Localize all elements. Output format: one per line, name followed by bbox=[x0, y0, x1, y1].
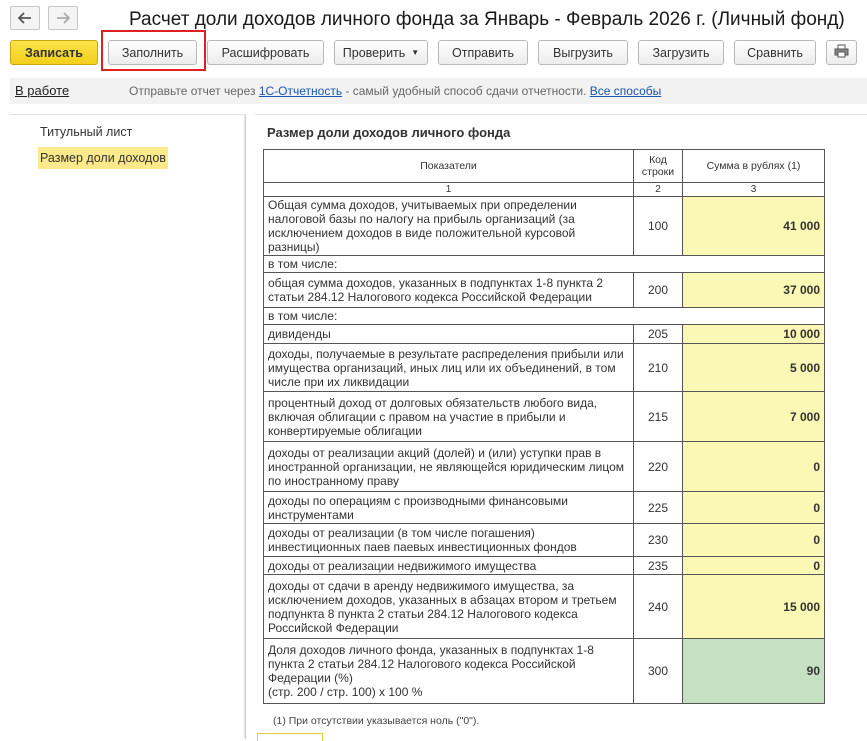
send-button[interactable]: Отправить bbox=[438, 40, 528, 65]
row-label-text: Доля доходов личного фонда, указанных в … bbox=[268, 643, 594, 685]
amount-cell[interactable]: 15 000 bbox=[682, 574, 825, 639]
header-amount: Сумма в рублях (1) bbox=[682, 149, 825, 183]
table-row: доходы от сдачи в аренду недвижимого иму… bbox=[263, 574, 825, 639]
row-code: 235 bbox=[633, 556, 683, 575]
forward-button[interactable] bbox=[48, 6, 78, 30]
row-label: в том числе: bbox=[263, 255, 825, 273]
amount-cell[interactable]: 5 000 bbox=[682, 343, 825, 392]
import-button[interactable]: Загрузить bbox=[638, 40, 724, 65]
arrow-left-icon bbox=[18, 12, 32, 24]
row-label: доходы, получаемые в результате распреде… bbox=[263, 343, 634, 392]
report-content: Размер доли доходов личного фонда Показа… bbox=[255, 114, 867, 741]
table-row: доходы от реализации (в том числе погаше… bbox=[263, 523, 825, 557]
sidebar-item-income-share[interactable]: Размер доли доходов bbox=[38, 147, 168, 169]
status-message: Отправьте отчет через 1С-Отчетность - са… bbox=[129, 84, 661, 98]
section-title: Размер доли доходов личного фонда bbox=[267, 125, 511, 140]
row-code: 230 bbox=[633, 523, 683, 557]
row-code: 215 bbox=[633, 391, 683, 442]
row-label: общая сумма доходов, указанных в подпунк… bbox=[263, 272, 634, 308]
amount-cell[interactable]: 0 bbox=[682, 441, 825, 492]
column-number: 3 bbox=[682, 182, 825, 197]
report-table: Показатели Код строки Сумма в рублях (1)… bbox=[263, 149, 825, 704]
row-label: доходы от реализации акций (долей) и (ил… bbox=[263, 441, 634, 492]
footnote: (1) При отсутствии указывается ноль ("0"… bbox=[273, 715, 480, 727]
status-link[interactable]: В работе bbox=[15, 83, 69, 98]
print-button[interactable] bbox=[826, 40, 857, 65]
printer-icon bbox=[834, 44, 849, 61]
back-button[interactable] bbox=[10, 6, 40, 30]
sections-panel: Титульный лист Размер доли доходов bbox=[10, 114, 246, 739]
computed-cell: 90 bbox=[682, 638, 825, 704]
table-numbering-row: 1 2 3 bbox=[263, 182, 825, 197]
table-row: доходы от реализации недвижимого имущест… bbox=[263, 556, 825, 575]
row-label: дивиденды bbox=[263, 324, 634, 344]
highlight-frame bbox=[101, 30, 206, 71]
amount-cell[interactable]: 37 000 bbox=[682, 272, 825, 308]
table-row: общая сумма доходов, указанных в подпунк… bbox=[263, 272, 825, 308]
amount-cell[interactable]: 10 000 bbox=[682, 324, 825, 344]
amount-cell[interactable]: 0 bbox=[682, 491, 825, 524]
row-label: доходы от реализации недвижимого имущест… bbox=[263, 556, 634, 575]
row-code: 200 bbox=[633, 272, 683, 308]
check-button-label: Проверить bbox=[342, 45, 406, 60]
table-row: процентный доход от долговых обязательст… bbox=[263, 391, 825, 442]
all-methods-link[interactable]: Все способы bbox=[590, 84, 662, 98]
row-label: доходы по операциям с производными финан… bbox=[263, 491, 634, 524]
table-row: дивиденды 205 10 000 bbox=[263, 324, 825, 344]
row-code: 210 bbox=[633, 343, 683, 392]
table-row: доходы, получаемые в результате распреде… bbox=[263, 343, 825, 392]
column-number: 2 bbox=[633, 182, 683, 197]
amount-cell[interactable]: 41 000 bbox=[682, 196, 825, 256]
check-button[interactable]: Проверить ▼ bbox=[334, 40, 428, 65]
table-row: в том числе: bbox=[263, 255, 825, 273]
row-label: Общая сумма доходов, учитываемых при опр… bbox=[263, 196, 634, 256]
row-label: доходы от сдачи в аренду недвижимого иму… bbox=[263, 574, 634, 639]
row-code: 240 bbox=[633, 574, 683, 639]
row-code: 225 bbox=[633, 491, 683, 524]
amount-cell[interactable]: 0 bbox=[682, 556, 825, 575]
row-formula: (стр. 200 / стр. 100) х 100 % bbox=[268, 685, 423, 699]
table-row: доходы от реализации акций (долей) и (ил… bbox=[263, 441, 825, 492]
compare-button[interactable]: Сравнить bbox=[734, 40, 816, 65]
status-msg-prefix: Отправьте отчет через bbox=[129, 84, 259, 98]
row-code: 220 bbox=[633, 441, 683, 492]
table-row: в том числе: bbox=[263, 307, 825, 325]
chevron-down-icon: ▼ bbox=[411, 48, 420, 57]
row-label: Доля доходов личного фонда, указанных в … bbox=[263, 638, 634, 704]
header-code: Код строки bbox=[633, 149, 683, 183]
row-code: 205 bbox=[633, 324, 683, 344]
header-indicator: Показатели bbox=[263, 149, 634, 183]
reporting-link[interactable]: 1С-Отчетность bbox=[259, 84, 342, 98]
status-msg-middle: - самый удобный способ сдачи отчетности. bbox=[342, 84, 590, 98]
partial-input-field[interactable] bbox=[257, 733, 323, 741]
arrow-right-icon bbox=[56, 12, 70, 24]
export-button[interactable]: Выгрузить bbox=[538, 40, 628, 65]
row-code: 100 bbox=[633, 196, 683, 256]
table-row: доходы по операциям с производными финан… bbox=[263, 491, 825, 524]
sidebar-item-title-page[interactable]: Титульный лист bbox=[38, 121, 134, 143]
decode-button[interactable]: Расшифровать bbox=[207, 40, 324, 65]
row-code: 300 bbox=[633, 638, 683, 704]
amount-cell[interactable]: 0 bbox=[682, 523, 825, 557]
table-header-row: Показатели Код строки Сумма в рублях (1) bbox=[263, 149, 825, 183]
amount-cell[interactable]: 7 000 bbox=[682, 391, 825, 442]
save-button[interactable]: Записать bbox=[10, 40, 98, 65]
row-label: в том числе: bbox=[263, 307, 825, 325]
column-number: 1 bbox=[263, 182, 634, 197]
window-title: Расчет доли доходов личного фонда за Янв… bbox=[129, 9, 845, 30]
status-bar: В работе Отправьте отчет через 1С-Отчетн… bbox=[10, 78, 867, 104]
table-row: Общая сумма доходов, учитываемых при опр… bbox=[263, 196, 825, 256]
table-row: Доля доходов личного фонда, указанных в … bbox=[263, 638, 825, 704]
row-label: доходы от реализации (в том числе погаше… bbox=[263, 523, 634, 557]
row-label: процентный доход от долговых обязательст… bbox=[263, 391, 634, 442]
